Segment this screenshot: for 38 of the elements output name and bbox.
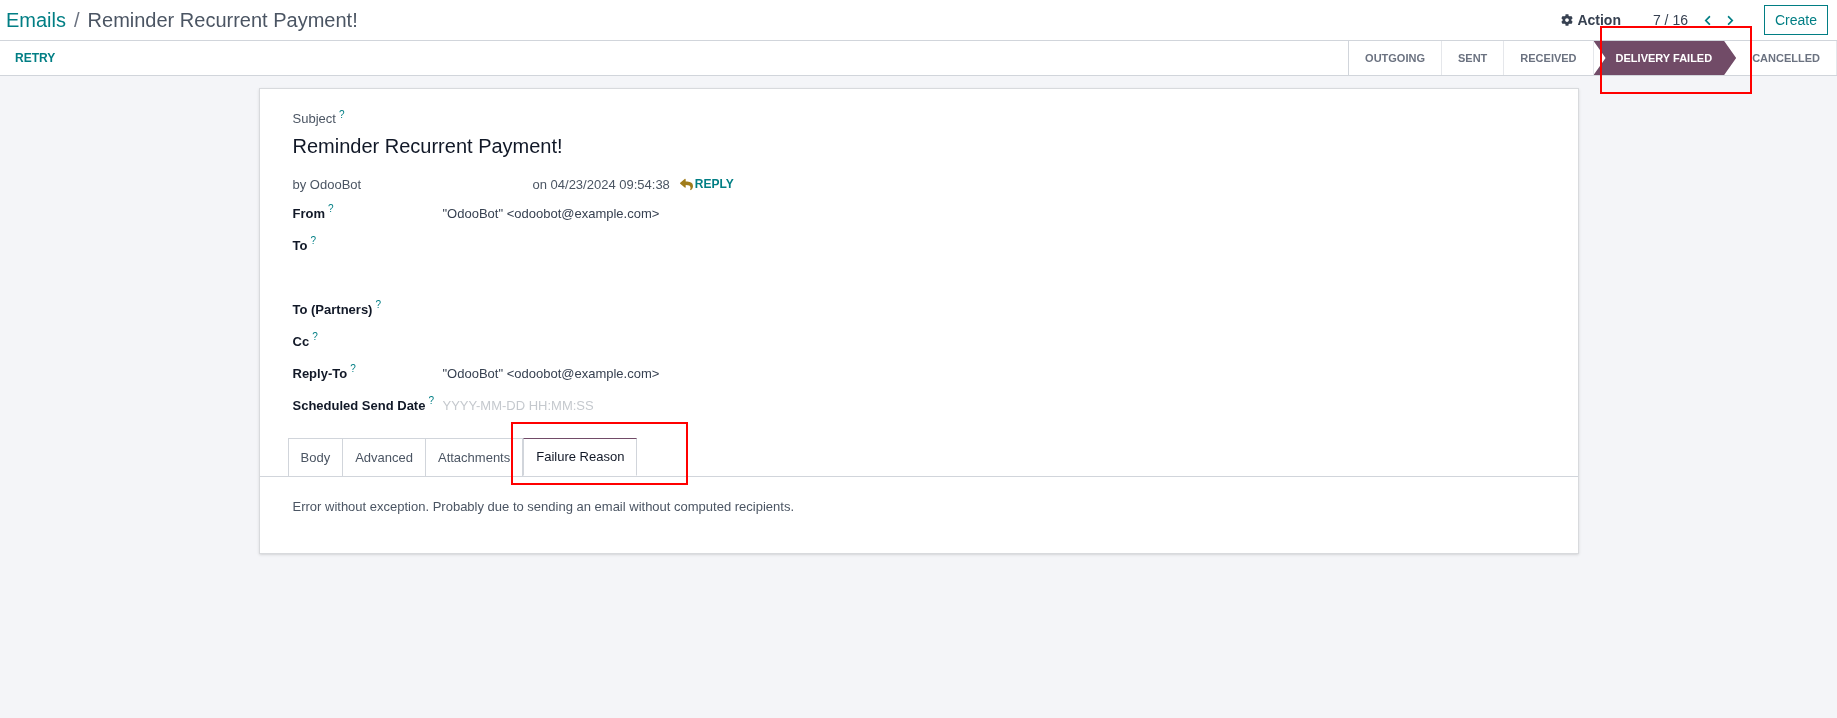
status-stage[interactable]: DELIVERY FAILED [1593, 41, 1737, 75]
breadcrumb-separator: / [74, 8, 80, 33]
field-label: To [292, 237, 308, 255]
settings-icon [1561, 14, 1574, 26]
status-stage[interactable]: OUTGOING [1349, 41, 1442, 75]
help-mark[interactable]: ? [428, 393, 434, 408]
field-label: From [292, 205, 325, 223]
failure-reason-text: Error without exception. Probably due to sending an email without computed recipients. [291, 498, 795, 516]
create-button[interactable]: Create [1763, 5, 1828, 35]
help-mark[interactable]: ? [310, 233, 316, 248]
breadcrumb-link[interactable]: Emails [6, 5, 66, 35]
field-value: "OdooBot" <odoobot@example.com> [442, 365, 660, 383]
subject-heading: Reminder Recurrent Payment! [292, 133, 564, 159]
author-text: by OdooBot [292, 175, 363, 194]
status-stage[interactable]: CANCELLED [1736, 41, 1837, 75]
pager-counter: 7 / 16 [1652, 10, 1688, 30]
field-label: Subject [292, 110, 336, 128]
date-input-field[interactable]: YYYY-MM-DD HH:MM:SS [442, 396, 663, 416]
retry-button[interactable]: RETRY [0, 41, 71, 75]
field-label: Scheduled Send Date [292, 397, 426, 415]
record-title: Reminder Recurrent Payment! [87, 8, 358, 33]
status-stage[interactable]: RECEIVED [1504, 41, 1594, 75]
help-mark[interactable]: ? [312, 329, 318, 344]
notebook-tab[interactable]: Body [287, 438, 344, 476]
notebook-tab[interactable]: Failure Reason [523, 438, 638, 476]
reply-arrow-icon [679, 177, 693, 191]
status-stage[interactable]: SENT [1442, 41, 1505, 75]
action-menu-button[interactable]: Action [1561, 9, 1621, 31]
help-mark[interactable]: ? [375, 297, 381, 312]
reply-button[interactable]: REPLY [679, 175, 734, 194]
date-text: on 04/23/2024 09:54:38 [532, 175, 670, 194]
field-label: Reply-To [292, 365, 348, 383]
help-mark[interactable]: ? [350, 361, 356, 376]
field-label: Cc [292, 333, 310, 351]
help-mark[interactable]: ? [338, 107, 345, 122]
field-value: "OdooBot" <odoobot@example.com> [442, 205, 660, 223]
field-label: To (Partners) [292, 301, 373, 319]
help-mark[interactable]: ? [328, 201, 334, 216]
